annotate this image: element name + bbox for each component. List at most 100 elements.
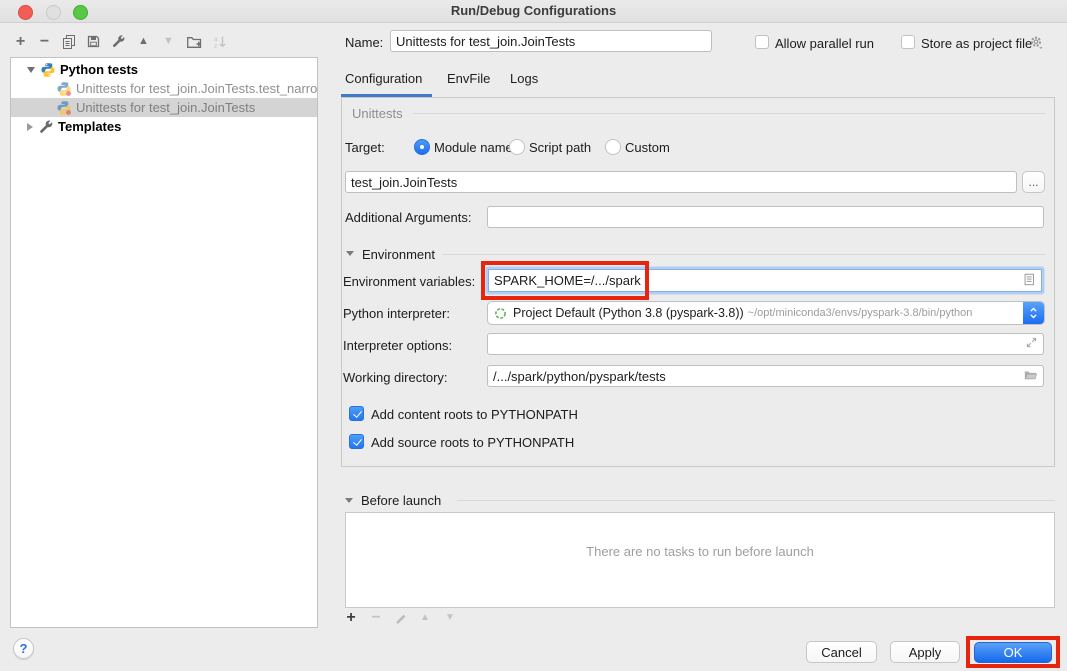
move-task-up-button[interactable]: ▲ xyxy=(417,610,433,626)
add-source-roots-checkbox[interactable] xyxy=(349,434,364,449)
cancel-button[interactable]: Cancel xyxy=(806,641,877,663)
edit-templates-button[interactable] xyxy=(110,33,127,50)
additional-arguments-label: Additional Arguments: xyxy=(345,210,471,225)
expand-triangle-icon[interactable] xyxy=(27,123,33,131)
before-launch-section-title: Before launch xyxy=(361,493,441,508)
gear-icon xyxy=(1028,34,1044,51)
target-custom-radio[interactable] xyxy=(605,139,621,155)
tree-item-label: Python tests xyxy=(60,62,138,77)
svg-text:a: a xyxy=(214,36,218,43)
configurations-tree: Python tests Unittests for test_join.Joi… xyxy=(10,57,318,628)
save-icon xyxy=(86,34,101,49)
tree-item-unittests-test-narrow[interactable]: Unittests for test_join.JoinTests.test_n… xyxy=(11,79,317,98)
tab-envfile[interactable]: EnvFile xyxy=(447,71,490,86)
section-divider xyxy=(443,254,1045,255)
tab-logs[interactable]: Logs xyxy=(510,71,538,86)
title-bar: Run/Debug Configurations xyxy=(0,0,1067,23)
working-directory-input[interactable]: /.../spark/python/pyspark/tests xyxy=(487,365,1044,387)
target-custom-label: Custom xyxy=(625,140,670,155)
target-module-name-radio[interactable] xyxy=(414,139,430,155)
browse-target-button[interactable]: ... xyxy=(1022,171,1045,193)
new-folder-icon xyxy=(186,34,202,50)
name-input[interactable]: Unittests for test_join.JoinTests xyxy=(390,30,712,52)
list-document-icon xyxy=(1022,272,1036,287)
allow-parallel-run-checkbox[interactable] xyxy=(755,35,769,49)
environment-variables-field[interactable]: SPARK_HOME=/.../spark xyxy=(488,269,1042,292)
target-label: Target: xyxy=(345,140,385,155)
store-as-project-file-label: Store as project file xyxy=(921,36,1032,51)
edit-task-button[interactable] xyxy=(393,610,409,626)
conda-environment-icon xyxy=(494,307,507,320)
allow-parallel-run-label: Allow parallel run xyxy=(775,36,874,51)
target-script-path-label: Script path xyxy=(529,140,591,155)
store-as-project-file-checkbox[interactable] xyxy=(901,35,915,49)
before-launch-tasks-list[interactable]: There are no tasks to run before launch xyxy=(345,512,1055,608)
target-input[interactable]: test_join.JoinTests xyxy=(345,171,1017,193)
ok-button[interactable]: OK xyxy=(974,642,1052,663)
pencil-icon xyxy=(395,612,408,625)
add-task-button[interactable]: + xyxy=(343,610,359,626)
store-options-gear-button[interactable] xyxy=(1028,34,1044,50)
sort-az-icon: az xyxy=(212,34,228,50)
wrench-icon xyxy=(38,119,54,135)
svg-text:z: z xyxy=(214,43,217,50)
down-arrow-icon: ▼ xyxy=(163,36,174,47)
expand-icon xyxy=(1025,336,1038,349)
add-content-roots-label: Add content roots to PYTHONPATH xyxy=(371,407,578,422)
tree-item-python-tests[interactable]: Python tests xyxy=(11,60,317,79)
python-test-icon xyxy=(56,100,72,116)
window-title: Run/Debug Configurations xyxy=(0,3,1067,18)
python-interpreter-label: Python interpreter: xyxy=(343,306,450,321)
add-source-roots-label: Add source roots to PYTHONPATH xyxy=(371,435,574,450)
target-script-path-radio[interactable] xyxy=(509,139,525,155)
tree-item-label: Templates xyxy=(58,119,121,134)
copy-icon xyxy=(61,34,77,50)
interpreter-dropdown-button[interactable] xyxy=(1023,302,1044,324)
add-content-roots-checkbox[interactable] xyxy=(349,406,364,421)
add-configuration-button[interactable]: + xyxy=(12,33,29,50)
wrench-icon xyxy=(111,34,126,49)
environment-section-title: Environment xyxy=(362,247,435,262)
folder-icon xyxy=(1023,368,1038,382)
move-down-button[interactable]: ▼ xyxy=(160,33,177,50)
section-divider xyxy=(413,113,1045,114)
collapse-triangle-icon[interactable] xyxy=(27,67,35,73)
new-folder-button[interactable] xyxy=(185,33,202,50)
environment-collapse-triangle[interactable] xyxy=(346,251,354,256)
python-interpreter-select[interactable]: Project Default (Python 3.8 (pyspark-3.8… xyxy=(487,301,1045,325)
browse-directory-button[interactable] xyxy=(1023,368,1038,385)
interpreter-options-label: Interpreter options: xyxy=(343,338,452,353)
tree-item-label: Unittests for test_join.JoinTests xyxy=(76,100,255,115)
save-configuration-button[interactable] xyxy=(85,33,102,50)
remove-task-button[interactable]: − xyxy=(368,610,384,626)
edit-variables-button[interactable] xyxy=(1022,272,1036,290)
interpreter-path: ~/opt/miniconda3/envs/pyspark-3.8/bin/py… xyxy=(748,307,973,319)
copy-configuration-button[interactable] xyxy=(60,33,77,50)
help-button[interactable]: ? xyxy=(13,638,34,659)
unittests-section-title: Unittests xyxy=(352,106,403,121)
run-debug-configurations-dialog: Run/Debug Configurations + − ▲ ▼ az Pyth… xyxy=(0,0,1067,671)
interpreter-options-input[interactable] xyxy=(487,333,1044,355)
python-test-icon xyxy=(56,81,72,97)
empty-tasks-message: There are no tasks to run before launch xyxy=(586,544,814,559)
tab-configuration[interactable]: Configuration xyxy=(345,71,422,86)
additional-arguments-input[interactable] xyxy=(487,206,1044,228)
sort-configurations-button[interactable]: az xyxy=(211,33,228,50)
move-up-button[interactable]: ▲ xyxy=(135,33,152,50)
tree-item-templates[interactable]: Templates xyxy=(11,117,317,136)
target-module-name-label: Module name xyxy=(434,140,513,155)
apply-button[interactable]: Apply xyxy=(890,641,960,663)
remove-configuration-button[interactable]: − xyxy=(36,33,53,50)
environment-variables-label: Environment variables: xyxy=(343,274,475,289)
name-label: Name: xyxy=(345,35,383,50)
expand-field-button[interactable] xyxy=(1025,336,1038,352)
tree-item-unittests-jointests[interactable]: Unittests for test_join.JoinTests xyxy=(11,98,317,117)
tree-item-label: Unittests for test_join.JoinTests.test_n… xyxy=(76,81,317,96)
python-icon xyxy=(40,62,56,78)
before-launch-collapse-triangle[interactable] xyxy=(345,498,353,503)
move-task-down-button[interactable]: ▼ xyxy=(442,610,458,626)
working-directory-label: Working directory: xyxy=(343,370,448,385)
dropdown-chevrons-icon xyxy=(1027,304,1040,322)
section-divider xyxy=(457,500,1055,501)
up-arrow-icon: ▲ xyxy=(138,36,149,47)
